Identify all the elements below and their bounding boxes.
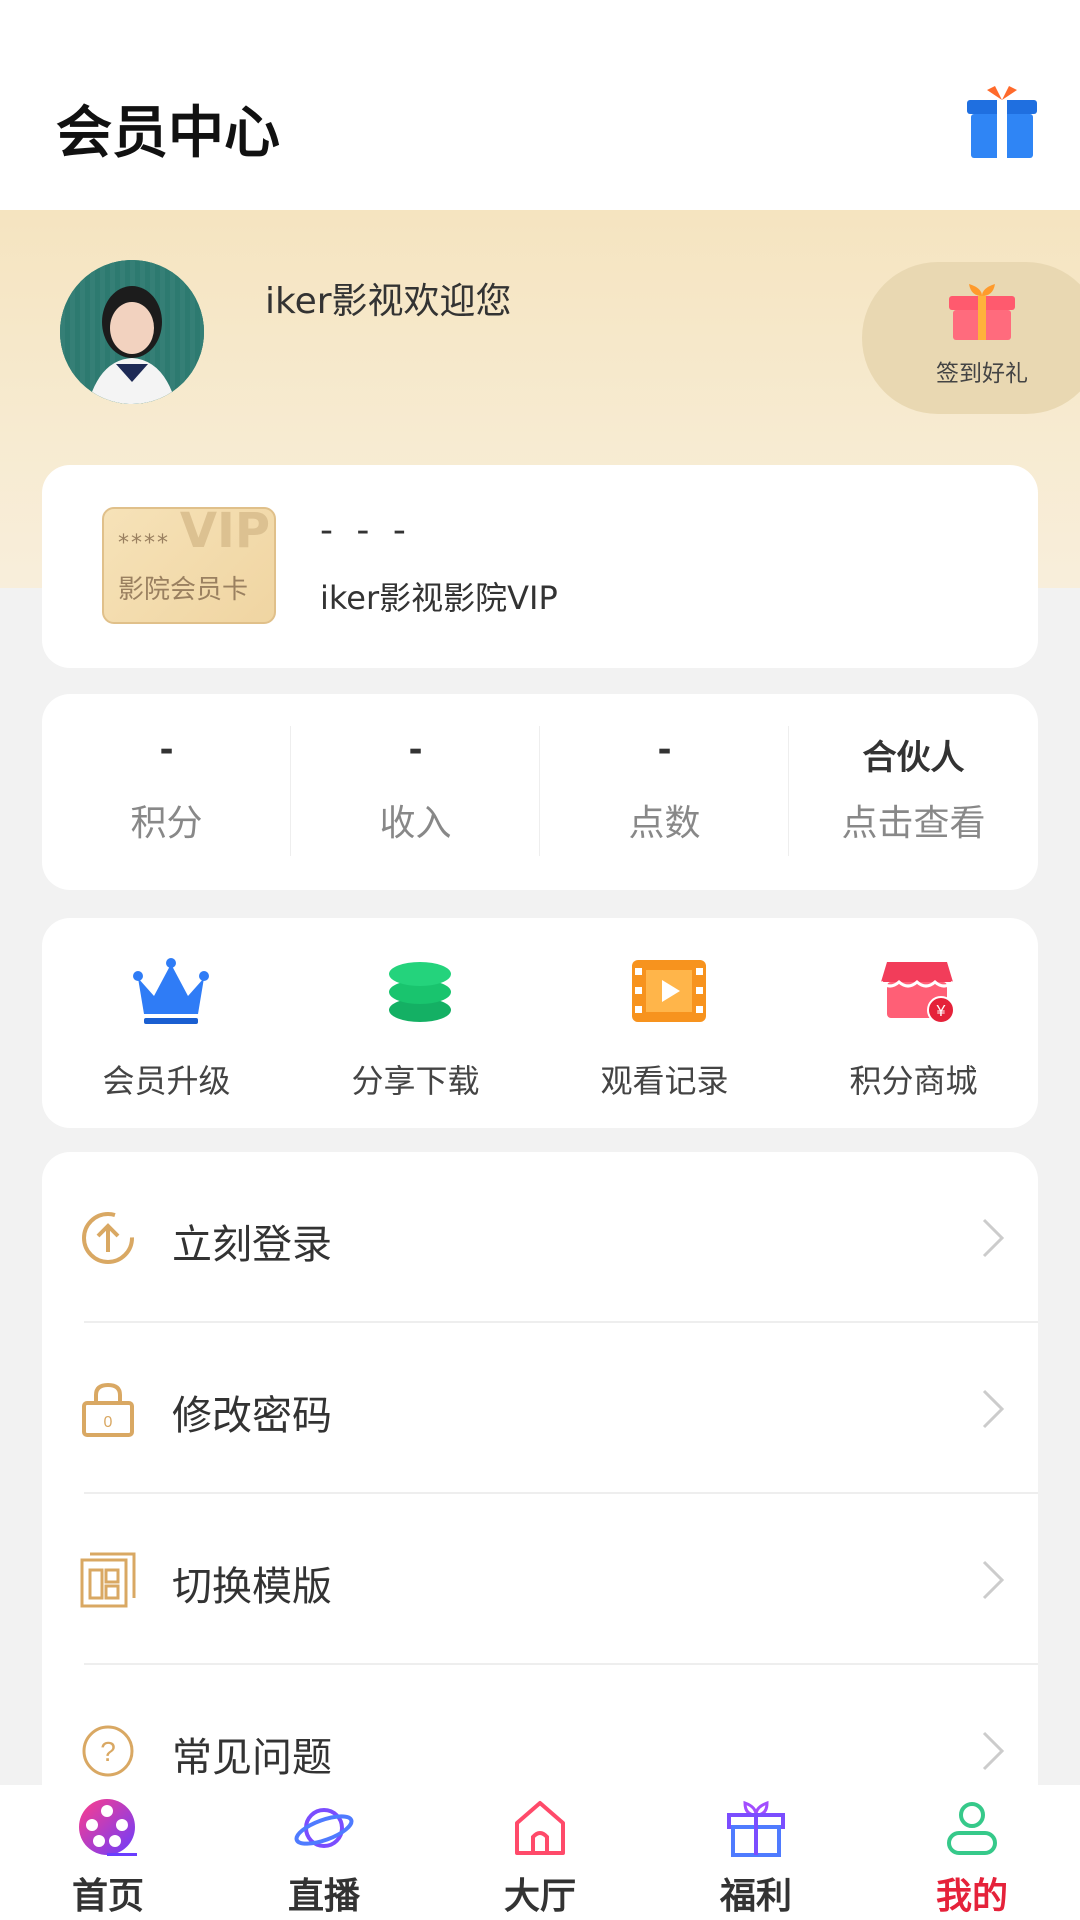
quick-action-upgrade[interactable]: 会员升级 xyxy=(42,918,291,1128)
app-header: 会员中心 xyxy=(0,0,1080,210)
template-icon xyxy=(80,1552,136,1608)
stat-label: 点数 xyxy=(628,803,701,844)
chevron-right-icon xyxy=(982,1560,1005,1600)
stat-value: - xyxy=(159,730,174,770)
gift-icon xyxy=(949,284,1015,340)
svg-text:¥: ¥ xyxy=(936,1003,946,1020)
quick-actions-card: 会员升级 分享下载 观看记录 ¥ 积分商城 xyxy=(42,918,1038,1128)
avatar-image xyxy=(60,260,204,404)
vip-card-badge: **** VIP 影院会员卡 xyxy=(102,507,276,624)
menu-label: 常见问题 xyxy=(172,1735,332,1781)
stat-income[interactable]: - 收入 xyxy=(291,694,540,890)
checkin-label: 签到好礼 xyxy=(936,361,1028,387)
menu-label: 修改密码 xyxy=(172,1393,332,1439)
menu-item-login[interactable]: 立刻登录 xyxy=(42,1152,1038,1323)
stat-label: 点击查看 xyxy=(841,803,986,844)
planet-icon xyxy=(294,1808,354,1848)
vip-card-word: VIP xyxy=(179,507,270,559)
tab-label: 首页 xyxy=(71,1876,144,1917)
checkin-button[interactable]: 签到好礼 xyxy=(862,262,1080,414)
shop-icon: ¥ xyxy=(880,962,955,1024)
svg-text:0: 0 xyxy=(104,1414,113,1431)
vip-subtitle: iker影视影院VIP xyxy=(320,579,558,617)
stat-points[interactable]: - 积分 xyxy=(42,694,291,890)
tab-label: 直播 xyxy=(287,1876,360,1917)
lock-icon: 0 xyxy=(82,1382,134,1437)
tab-label: 大厅 xyxy=(503,1876,576,1917)
bottom-tab-bar: 首页 直播 大厅 福利 我的 xyxy=(0,1785,1080,1920)
crown-icon xyxy=(133,958,209,1024)
tab-live[interactable]: 直播 xyxy=(216,1785,432,1920)
svg-text:?: ? xyxy=(100,1736,116,1767)
vip-card-stars: **** xyxy=(118,531,170,556)
quick-action-share[interactable]: 分享下载 xyxy=(291,918,540,1128)
upload-circle-icon xyxy=(82,1212,134,1264)
stats-card: - 积分 - 收入 - 点数 合伙人 点击查看 xyxy=(42,694,1038,890)
coins-stack-icon xyxy=(389,962,451,1022)
page-title: 会员中心 xyxy=(56,101,280,166)
chevron-right-icon xyxy=(982,1389,1005,1429)
quick-action-label: 会员升级 xyxy=(102,1062,231,1100)
vip-card[interactable]: **** VIP 影院会员卡 - - - iker影视影院VIP xyxy=(42,465,1038,668)
tab-label: 福利 xyxy=(719,1876,792,1917)
vip-number: - - - xyxy=(320,510,412,551)
stat-label: 收入 xyxy=(379,803,452,844)
gift-icon xyxy=(727,1800,785,1857)
film-icon xyxy=(632,960,706,1022)
tab-label: 我的 xyxy=(935,1876,1008,1917)
menu-label: 立刻登录 xyxy=(172,1222,332,1268)
quick-action-label: 积分商城 xyxy=(849,1062,978,1100)
tab-hall[interactable]: 大厅 xyxy=(432,1785,648,1920)
chevron-right-icon xyxy=(982,1731,1005,1771)
stat-credits[interactable]: - 点数 xyxy=(540,694,789,890)
quick-action-label: 观看记录 xyxy=(600,1062,729,1100)
vip-card-name: 影院会员卡 xyxy=(118,575,249,605)
tab-mine[interactable]: 我的 xyxy=(864,1785,1080,1920)
tab-welfare[interactable]: 福利 xyxy=(648,1785,864,1920)
tab-home[interactable]: 首页 xyxy=(0,1785,216,1920)
home-icon xyxy=(515,1801,565,1855)
quick-action-history[interactable]: 观看记录 xyxy=(540,918,789,1128)
menu-label: 切换模版 xyxy=(172,1564,332,1610)
chevron-right-icon xyxy=(982,1218,1005,1258)
question-icon: ? xyxy=(82,1725,134,1777)
stat-label: 积分 xyxy=(130,803,203,844)
gift-box-icon[interactable] xyxy=(965,84,1039,160)
welcome-text: iker影视欢迎您 xyxy=(265,281,512,322)
user-icon xyxy=(947,1802,997,1855)
menu-item-switch-template[interactable]: 切换模版 xyxy=(42,1494,1038,1665)
menu-item-change-password[interactable]: 0 修改密码 xyxy=(42,1323,1038,1494)
stat-partner[interactable]: 合伙人 点击查看 xyxy=(789,694,1038,890)
avatar[interactable] xyxy=(60,260,204,404)
quick-action-label: 分享下载 xyxy=(351,1062,480,1100)
stat-value: - xyxy=(657,730,672,770)
stat-value: - xyxy=(408,730,423,770)
stat-value: 合伙人 xyxy=(862,738,965,778)
quick-action-shop[interactable]: ¥ 积分商城 xyxy=(789,918,1038,1128)
film-reel-icon xyxy=(79,1799,137,1856)
